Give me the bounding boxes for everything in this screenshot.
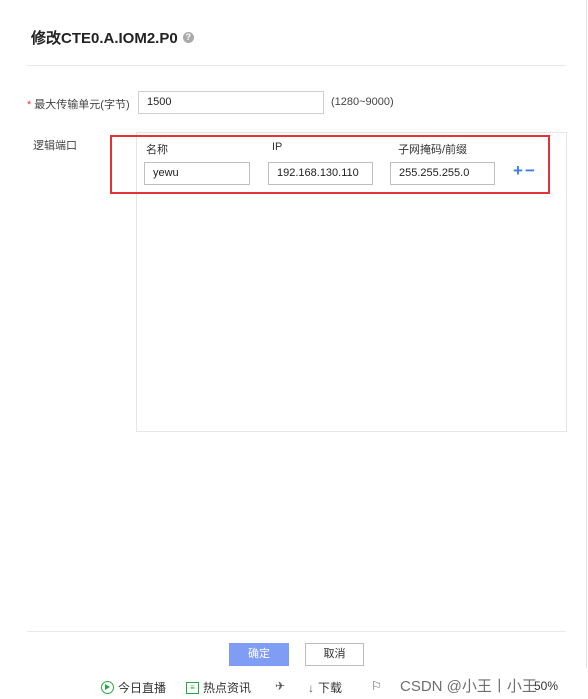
taskbar-label: 下载 (318, 681, 343, 695)
dialog-header: 修改CTE0.A.IOM2.P0 ? (31, 27, 194, 48)
help-icon[interactable]: ? (182, 32, 194, 43)
taskbar-item-news[interactable]: ≡ 热点资讯 (186, 679, 251, 696)
taskbar-label: 今日直播 (118, 681, 167, 695)
news-icon: ≡ (186, 681, 199, 694)
play-circle-icon (101, 681, 114, 694)
mtu-label-text: 最大传输单元(字节) (34, 99, 130, 111)
cancel-button[interactable]: 取消 (305, 643, 364, 666)
pin-icon: ✈ (275, 679, 286, 693)
header-divider (27, 65, 566, 66)
browser-status-bar: 今日直播 ≡ 热点资讯 ✈ ↓ 下载 ⚐ CSDN @小王丨小王 50% (0, 675, 588, 699)
taskbar-item-live[interactable]: 今日直播 (101, 679, 166, 696)
mtu-label: * 最大传输单元(字节) (27, 96, 130, 112)
logical-port-label: 逻辑端口 (33, 140, 77, 152)
footer-divider (27, 631, 566, 632)
required-mark: * (27, 99, 32, 111)
download-arrow-icon: ↓ (308, 680, 314, 695)
mtu-range-hint: (1280~9000) (331, 96, 394, 108)
taskbar-item-download[interactable]: ↓ 下载 (308, 679, 342, 696)
mtu-input[interactable]: 1500 (138, 91, 324, 114)
taskbar-item-flag[interactable]: ⚐ (371, 679, 382, 693)
flag-icon: ⚐ (371, 679, 382, 693)
taskbar-label: 热点资讯 (203, 681, 252, 695)
dialog-title: 修改CTE0.A.IOM2.P0 (31, 30, 178, 47)
edit-port-dialog: 修改CTE0.A.IOM2.P0 ? * 最大传输单元(字节) 1500 (128… (0, 0, 587, 668)
zoom-level[interactable]: 50% (534, 679, 558, 693)
taskbar-item-pin[interactable]: ✈ (275, 679, 285, 693)
confirm-button[interactable]: 确定 (229, 643, 289, 666)
watermark: CSDN @小王丨小王 (400, 678, 537, 695)
annotation-highlight-box (110, 135, 550, 194)
